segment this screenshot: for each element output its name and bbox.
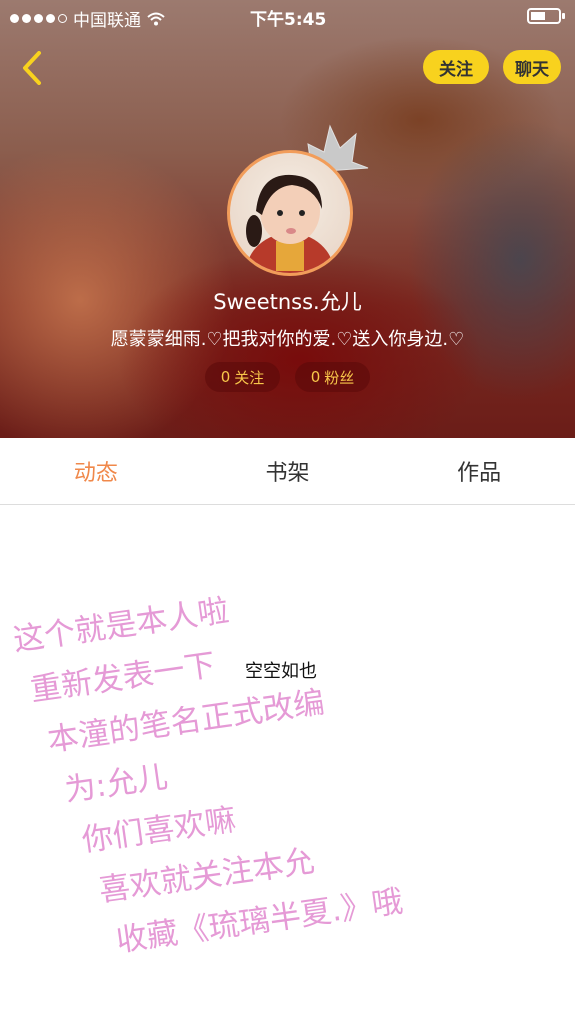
signal-icon [10,14,67,23]
following-count-badge[interactable]: 0 关注 [205,362,280,392]
tab-dynamics[interactable]: 动态 [0,438,192,504]
status-bar: 中国联通 下午5:45 [0,0,575,32]
back-button[interactable] [14,50,50,86]
handwritten-note: 这个就是本人啦 重新发表一下 本潼的笔名正式改编 为:允儿 你们喜欢嘛 喜欢就关… [10,537,575,975]
chevron-left-icon [23,51,41,85]
tab-works[interactable]: 作品 [383,438,575,504]
follow-button[interactable]: 关注 [423,50,489,84]
avatar[interactable] [227,150,353,276]
fans-count: 0 [310,368,321,386]
fans-label: 粉丝 [324,368,355,387]
chat-button[interactable]: 聊天 [503,50,561,84]
profile-header: 中国联通 下午5:45 关注 聊天 Sweetnss.允儿 愿蒙蒙细雨.♡把我对… [0,0,575,438]
tab-content: 空空如也 这个就是本人啦 重新发表一下 本潼的笔名正式改编 为:允儿 你们喜欢嘛… [0,505,575,1024]
following-label: 关注 [234,368,265,387]
bio-text: 愿蒙蒙细雨.♡把我对你的爱.♡送入你身边.♡ [110,329,465,350]
status-time: 下午5:45 [250,10,327,30]
profile-tabs: 动态 书架 作品 [0,438,575,505]
username: Sweetnss.允儿 [213,290,362,314]
following-count: 0 [220,368,231,386]
wifi-icon [147,12,165,25]
carrier-label: 中国联通 [73,11,141,31]
battery-icon [527,8,565,24]
tab-bookshelf[interactable]: 书架 [192,438,384,504]
fans-count-badge[interactable]: 0 粉丝 [295,362,370,392]
